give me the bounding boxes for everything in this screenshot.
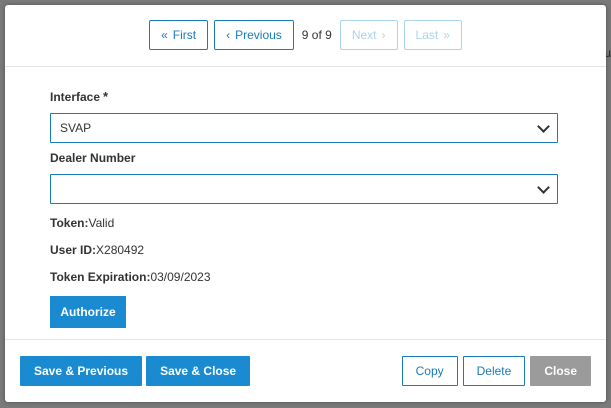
interface-select-value: SVAP [60, 121, 92, 135]
header-divider [5, 66, 606, 67]
token-label: Token: [50, 216, 89, 230]
double-chevron-left-icon: « [161, 28, 168, 42]
dialog-footer: Save & Previous Save & Close Copy Delete… [20, 356, 591, 386]
save-close-button[interactable]: Save & Close [146, 356, 251, 386]
last-button[interactable]: Last » [403, 20, 462, 50]
last-label: Last [415, 28, 439, 42]
chevron-down-icon [537, 119, 550, 133]
first-button[interactable]: « First [149, 20, 209, 50]
token-row: Token:Valid [50, 215, 558, 231]
page-status: 9 of 9 [301, 28, 332, 42]
previous-button[interactable]: ‹ Previous [214, 20, 294, 50]
footer-divider [5, 339, 606, 340]
dealer-number-label: Dealer Number [50, 151, 136, 165]
required-marker: * [103, 89, 109, 104]
authorize-button[interactable]: Authorize [50, 296, 126, 328]
token-value: Valid [88, 216, 115, 230]
user-id-value: X280492 [96, 243, 145, 257]
authorization-form: Interface * SVAP Dealer Number Token:Vali… [50, 89, 558, 328]
token-expiration-row: Token Expiration:03/09/2023 [50, 269, 558, 285]
chevron-down-icon [537, 180, 550, 194]
user-id-row: User ID:X280492 [50, 242, 558, 258]
next-button[interactable]: Next › [339, 20, 398, 50]
previous-label: Previous [235, 28, 282, 42]
interface-select[interactable]: SVAP [50, 113, 558, 143]
user-id-label: User ID: [50, 243, 97, 257]
double-chevron-right-icon: » [443, 28, 450, 42]
record-dialog: « First ‹ Previous 9 of 9 Next › Last » … [5, 5, 606, 402]
interface-label-text: Interface [50, 90, 101, 104]
token-expiration-label: Token Expiration: [50, 270, 151, 284]
first-label: First [172, 28, 197, 42]
save-previous-button[interactable]: Save & Previous [20, 356, 143, 386]
pagination-bar: « First ‹ Previous 9 of 9 Next › Last » [5, 20, 606, 50]
interface-label: Interface * [50, 89, 558, 105]
close-button[interactable]: Close [530, 356, 591, 386]
delete-button[interactable]: Delete [462, 356, 526, 386]
token-expiration-value: 03/09/2023 [150, 270, 211, 284]
dealer-number-select[interactable] [50, 174, 558, 204]
chevron-left-icon: ‹ [226, 28, 231, 42]
copy-button[interactable]: Copy [401, 356, 458, 386]
chevron-right-icon: › [381, 28, 386, 42]
next-label: Next [351, 28, 377, 42]
